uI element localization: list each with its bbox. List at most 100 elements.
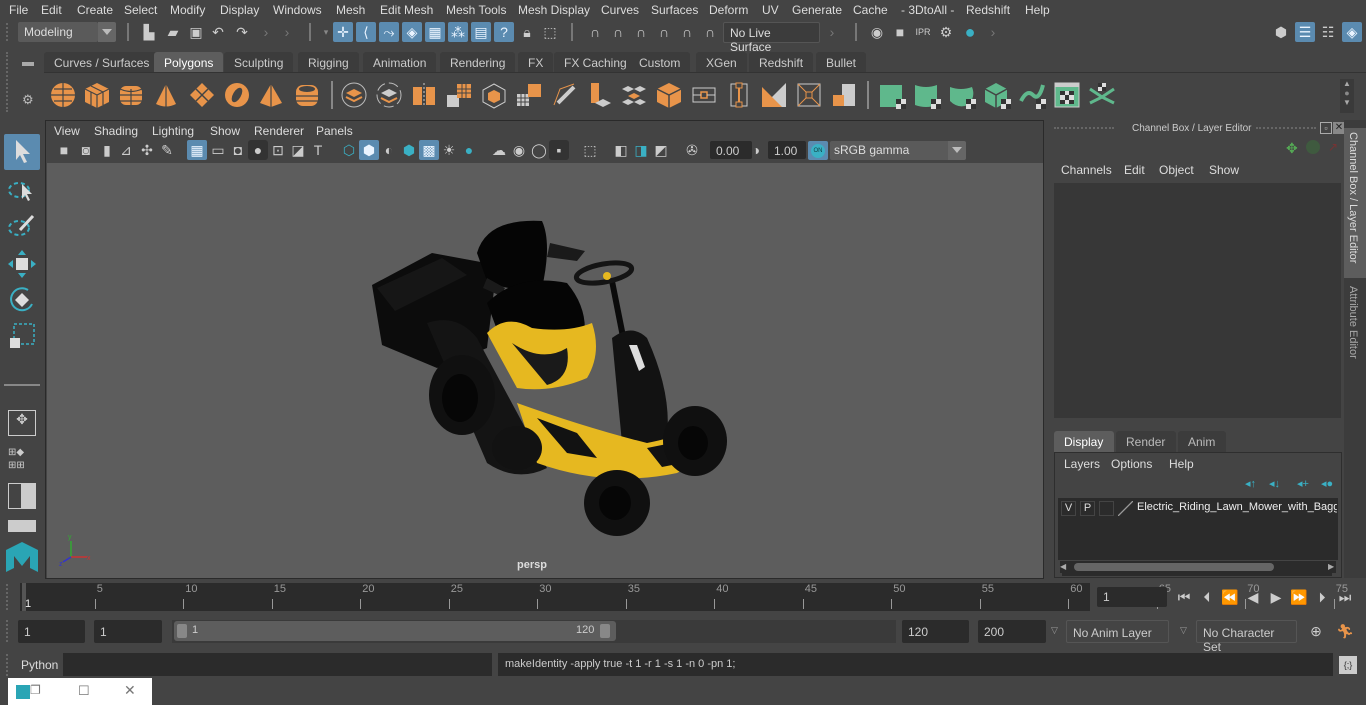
vp-menu-shading[interactable]: Shading: [94, 124, 138, 138]
select-face-icon[interactable]: ⁂: [448, 22, 468, 42]
move-tool-icon[interactable]: [6, 248, 38, 280]
smooth-shade-icon[interactable]: ⬢: [359, 140, 379, 160]
tab-redshift[interactable]: Redshift: [749, 52, 814, 72]
shelf-settings-gear-icon[interactable]: ⚙: [22, 92, 34, 108]
scroll-thumb[interactable]: [1074, 563, 1274, 571]
exposure-icon[interactable]: ✇: [682, 140, 702, 160]
manipulator-icon[interactable]: ✥: [1286, 140, 1298, 157]
boolean-icon[interactable]: [830, 81, 858, 109]
redo-icon[interactable]: ↷: [232, 22, 252, 42]
drag-handle[interactable]: [6, 654, 9, 676]
menu-mesh-tools[interactable]: Mesh Tools: [446, 3, 506, 17]
bridge-icon[interactable]: [620, 81, 648, 109]
shelf-scroll[interactable]: ▲ ● ▼: [1340, 79, 1354, 113]
color-space-dropdown-arrow[interactable]: [948, 141, 966, 160]
tab-fx[interactable]: FX: [518, 52, 554, 72]
cylindrical-map-icon[interactable]: [913, 81, 941, 109]
xray-icon[interactable]: ◧: [611, 140, 631, 160]
drag-handle[interactable]: [6, 584, 9, 610]
rotate-tool-icon[interactable]: [6, 284, 38, 316]
animation-start-field[interactable]: 1: [18, 620, 85, 643]
four-view-layout-icon[interactable]: ⊞◆ ⊞⊞: [8, 446, 36, 472]
cb-menu-object[interactable]: Object: [1159, 163, 1194, 177]
playback-end-field[interactable]: 120: [902, 620, 969, 643]
tab-rigging[interactable]: Rigging: [298, 52, 359, 72]
safe-action-icon[interactable]: ◪: [288, 140, 308, 160]
command-input[interactable]: [63, 653, 492, 676]
menu-select[interactable]: Select: [124, 3, 157, 17]
poly-cube-icon[interactable]: [83, 81, 111, 109]
separate-icon[interactable]: [375, 81, 403, 109]
snap-grid-icon[interactable]: ∩: [585, 22, 605, 42]
tab-curves-surfaces[interactable]: Curves / Surfaces: [44, 52, 160, 72]
step-forward-frame-icon[interactable]: ⏵: [1312, 587, 1332, 607]
extrude-icon[interactable]: [585, 81, 613, 109]
move-layer-down-icon[interactable]: ◂↓: [1269, 477, 1280, 490]
smooth-icon[interactable]: [445, 81, 473, 109]
sync-icon[interactable]: [1306, 140, 1320, 154]
grid-toggle-icon[interactable]: ▦: [187, 140, 207, 160]
select-tool[interactable]: [4, 134, 40, 170]
play-forwards-icon[interactable]: ▶: [1266, 587, 1286, 607]
go-to-start-icon[interactable]: ⏮: [1174, 587, 1194, 607]
render-settings-icon[interactable]: ⚙: [936, 22, 956, 42]
color-space-dropdown[interactable]: sRGB gamma: [830, 141, 950, 160]
safe-title-icon[interactable]: T: [308, 140, 328, 160]
menu-help[interactable]: Help: [1025, 3, 1050, 17]
menu-modify[interactable]: Modify: [170, 3, 205, 17]
shaded-wireframe-icon[interactable]: ◐: [379, 140, 399, 160]
vp-menu-renderer[interactable]: Renderer: [254, 124, 304, 138]
workspace-dropdown-arrow[interactable]: [98, 22, 116, 42]
select-by-component-icon[interactable]: ⤳: [379, 22, 399, 42]
script-language-toggle[interactable]: Python: [21, 658, 58, 672]
cb-menu-channels[interactable]: Channels: [1061, 163, 1112, 177]
ipr-render-icon[interactable]: IPR: [913, 22, 933, 42]
minimized-window[interactable]: ❐ ☐ ✕: [8, 678, 152, 705]
range-bar[interactable]: 1 120: [174, 621, 616, 641]
drag-handle[interactable]: [6, 620, 9, 642]
snap-point-icon[interactable]: ∩: [631, 22, 651, 42]
layer-color-swatch[interactable]: [1118, 501, 1133, 516]
isolate-select-icon[interactable]: ⬚: [580, 140, 600, 160]
menu-file[interactable]: File: [9, 3, 28, 17]
vp-menu-lighting[interactable]: Lighting: [152, 124, 194, 138]
snap-surface-icon[interactable]: ∩: [677, 22, 697, 42]
side-tab-attribute-editor[interactable]: Attribute Editor: [1344, 282, 1366, 372]
screen-space-ao-icon[interactable]: ☁: [489, 140, 509, 160]
new-empty-layer-icon[interactable]: ◂+: [1297, 477, 1309, 490]
restore-icon[interactable]: ❐: [30, 683, 41, 697]
motion-blur-icon[interactable]: ◉: [509, 140, 529, 160]
select-uv-icon[interactable]: ▤: [471, 22, 491, 42]
contour-stretch-icon[interactable]: [1018, 81, 1046, 109]
mirror-icon[interactable]: [410, 81, 438, 109]
reduce-icon[interactable]: [480, 81, 508, 109]
field-chart-icon[interactable]: ⊡: [268, 140, 288, 160]
select-vertex-icon[interactable]: ◈: [402, 22, 422, 42]
auto-key-icon[interactable]: ⊕: [1306, 621, 1326, 641]
layer-name[interactable]: Electric_Riding_Lawn_Mower_with_Bagger: [1137, 501, 1337, 513]
color-management-toggle[interactable]: ON: [808, 141, 828, 160]
select-by-hierarchy-icon[interactable]: ✛: [333, 22, 353, 42]
bookmark-icon[interactable]: ▮: [97, 140, 117, 160]
step-forward-key-icon[interactable]: ⏩: [1289, 587, 1309, 607]
grease-pencil-icon[interactable]: ✎: [157, 140, 177, 160]
cb-menu-show[interactable]: Show: [1209, 163, 1239, 177]
pin-icon[interactable]: ↗: [1328, 140, 1338, 154]
workspace-dropdown[interactable]: Modeling: [18, 22, 98, 42]
tool-settings-toggle-icon[interactable]: ☷: [1318, 22, 1338, 42]
gamma-icon[interactable]: ◑: [746, 140, 766, 160]
tab-xgen[interactable]: XGen: [696, 52, 747, 72]
tab-sculpting[interactable]: Sculpting: [224, 52, 294, 72]
combine-icon[interactable]: [340, 81, 368, 109]
vp-menu-panels[interactable]: Panels: [316, 124, 353, 138]
scroll-up-icon[interactable]: ▲: [1340, 79, 1354, 88]
menu-surfaces[interactable]: Surfaces: [651, 3, 698, 17]
menu-create[interactable]: Create: [77, 3, 113, 17]
step-back-frame-icon[interactable]: ⏴: [1197, 587, 1217, 607]
collapse-icon[interactable]: [795, 81, 823, 109]
step-back-key-icon[interactable]: ⏪: [1220, 587, 1240, 607]
anim-layer-dropdown[interactable]: No Anim Layer: [1066, 620, 1169, 643]
menu-cache[interactable]: Cache: [853, 3, 888, 17]
shelf-tabs-menu-icon[interactable]: [22, 62, 34, 66]
poly-pipe-icon[interactable]: [293, 81, 321, 109]
